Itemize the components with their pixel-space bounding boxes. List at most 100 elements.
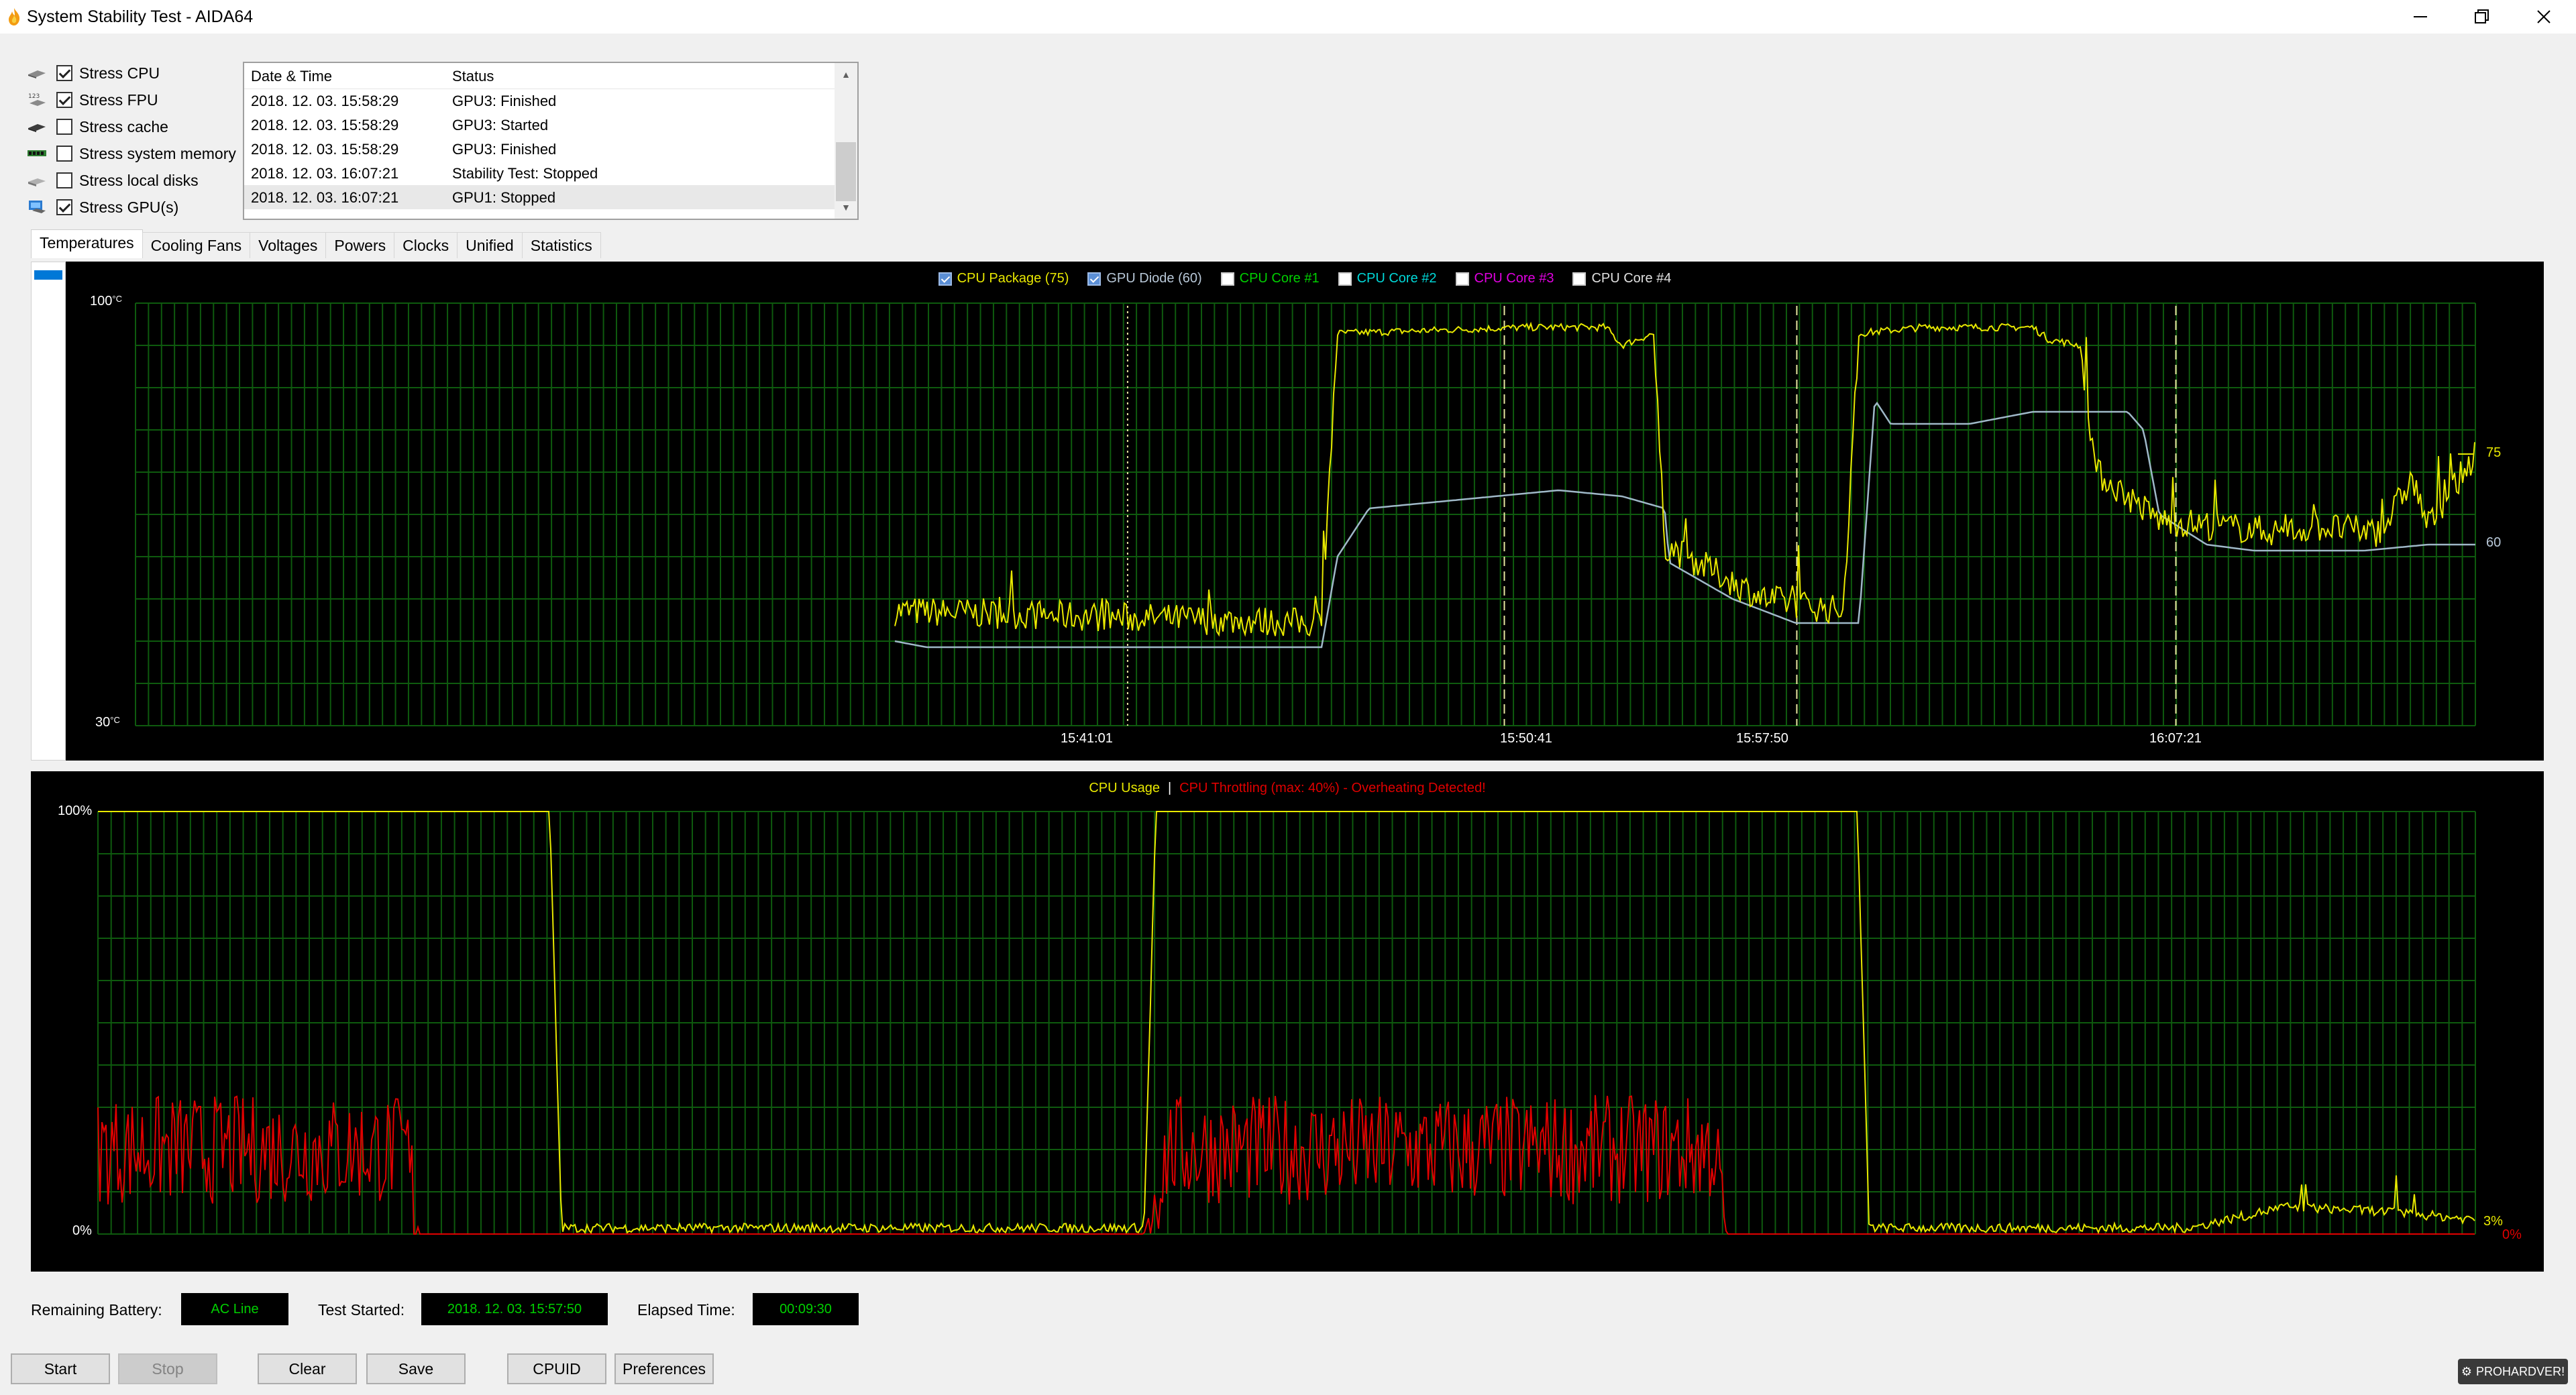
cpu-usage-plot — [97, 811, 2476, 1235]
stress-disks-label: Stress local disks — [79, 171, 199, 189]
tab-clocks[interactable]: Clocks — [394, 232, 458, 258]
legend-checkbox[interactable] — [1087, 272, 1102, 286]
close-icon — [2537, 10, 2551, 23]
usage-y-max-label: 100% — [58, 803, 93, 818]
throttle-end-value: 0% — [2502, 1227, 2522, 1242]
time-label: 15:57:50 — [1736, 731, 1788, 746]
tab-bar: Temperatures Cooling Fans Voltages Power… — [31, 229, 601, 259]
log-row[interactable]: 2018. 12. 03. 16:07:21 GPU1: Stopped — [244, 185, 836, 209]
watermark-text: PROHARDVER! — [2476, 1364, 2565, 1378]
scroll-up-icon[interactable]: ▲ — [839, 67, 853, 82]
y-max-label: 100°C — [90, 294, 122, 309]
legend-label: CPU Core #3 — [1474, 271, 1554, 286]
stress-gpu-label: Stress GPU(s) — [79, 198, 179, 216]
tab-cooling-fans[interactable]: Cooling Fans — [142, 232, 251, 258]
tab-statistics[interactable]: Statistics — [521, 232, 601, 258]
gpu-end-value: 60 — [2486, 535, 2502, 550]
stress-fpu-option[interactable]: 123 Stress FPU — [25, 87, 158, 113]
log-datetime: 2018. 12. 03. 15:58:29 — [251, 117, 399, 133]
cpu-package-series — [894, 321, 2475, 637]
log-list[interactable]: Date & Time Status 2018. 12. 03. 15:58:2… — [243, 62, 859, 220]
throttle-title: CPU Throttling (max: 40%) - Overheating … — [1179, 781, 1486, 795]
cache-icon — [25, 118, 48, 135]
stress-memory-label: Stress system memory — [79, 144, 236, 162]
legend-cpu-core-2[interactable]: CPU Core #2 — [1338, 271, 1437, 286]
stress-memory-checkbox[interactable] — [56, 146, 72, 162]
close-button[interactable] — [2513, 0, 2575, 34]
legend-cpu-core-1[interactable]: CPU Core #1 — [1220, 271, 1320, 286]
save-button[interactable]: Save — [366, 1353, 466, 1384]
preferences-button[interactable]: Preferences — [614, 1353, 714, 1384]
legend-checkbox[interactable] — [1455, 272, 1469, 286]
cpuid-button[interactable]: CPUID — [507, 1353, 606, 1384]
tab-voltages[interactable]: Voltages — [250, 232, 327, 258]
legend-checkbox[interactable] — [938, 272, 952, 286]
title-bar: System Stability Test - AIDA64 — [0, 0, 2576, 34]
usage-title: CPU Usage — [1089, 781, 1160, 795]
temperature-plot — [135, 302, 2476, 726]
temperature-graph: CPU Package (75) GPU Diode (60) CPU Core… — [66, 262, 2544, 761]
restore-icon — [2475, 9, 2489, 23]
sensor-selection[interactable] — [34, 270, 62, 280]
cpu-usage-title: CPU Usage | CPU Throttling (max: 40%) - … — [31, 781, 2544, 796]
stress-memory-option[interactable]: Stress system memory — [25, 141, 236, 166]
title-separator: | — [1167, 781, 1172, 795]
log-status: GPU3: Finished — [452, 93, 557, 109]
log-datetime: 2018. 12. 03. 15:58:29 — [251, 93, 399, 109]
stress-gpu-option[interactable]: Stress GPU(s) — [25, 194, 178, 220]
legend-label: CPU Core #1 — [1239, 271, 1320, 286]
usage-y-min-label: 0% — [72, 1223, 92, 1238]
cpu-usage-graph: CPU Usage | CPU Throttling (max: 40%) - … — [31, 771, 2544, 1272]
log-status: GPU1: Stopped — [452, 189, 556, 206]
legend-checkbox[interactable] — [1338, 272, 1352, 286]
legend-gpu-diode[interactable]: GPU Diode (60) — [1087, 271, 1202, 286]
time-label: 16:07:21 — [2149, 731, 2202, 746]
log-row[interactable]: 2018. 12. 03. 16:07:21 Stability Test: S… — [244, 161, 836, 185]
legend-label: CPU Package (75) — [957, 271, 1069, 286]
stress-disks-option[interactable]: Stress local disks — [25, 168, 199, 193]
log-row[interactable]: 2018. 12. 03. 15:58:29 GPU3: Started — [244, 113, 836, 137]
stress-disks-checkbox[interactable] — [56, 172, 72, 188]
scrollbar-thumb[interactable] — [836, 142, 856, 201]
legend-checkbox[interactable] — [1220, 272, 1234, 286]
sensor-list[interactable] — [31, 262, 66, 761]
legend-cpu-core-3[interactable]: CPU Core #3 — [1455, 271, 1554, 286]
stress-cpu-option[interactable]: Stress CPU — [25, 60, 160, 86]
legend-checkbox[interactable] — [1572, 272, 1587, 286]
stress-fpu-checkbox[interactable] — [56, 92, 72, 108]
clear-button[interactable]: Clear — [258, 1353, 357, 1384]
legend-cpu-package[interactable]: CPU Package (75) — [938, 271, 1069, 286]
disk-icon — [25, 172, 48, 189]
memory-icon — [25, 145, 48, 162]
tab-unified[interactable]: Unified — [457, 232, 523, 258]
battery-label: Remaining Battery: — [31, 1301, 162, 1319]
watermark-logo: ⚙ PROHARDVER! — [2458, 1359, 2568, 1384]
start-button[interactable]: Start — [11, 1353, 110, 1384]
scroll-down-icon[interactable]: ▼ — [839, 200, 853, 215]
log-status: Stability Test: Stopped — [452, 165, 598, 182]
column-status[interactable]: Status — [452, 68, 494, 85]
legend-label: CPU Core #4 — [1591, 271, 1672, 286]
tab-powers[interactable]: Powers — [325, 232, 395, 258]
column-date-time[interactable]: Date & Time — [251, 68, 332, 85]
legend-cpu-core-4[interactable]: CPU Core #4 — [1572, 271, 1671, 286]
tab-temperatures[interactable]: Temperatures — [31, 229, 143, 258]
minimize-button[interactable] — [2390, 0, 2451, 34]
cpu-end-value: 75 — [2486, 445, 2502, 460]
test-started-label: Test Started: — [318, 1301, 405, 1319]
log-row[interactable]: 2018. 12. 03. 15:58:29 GPU3: Finished — [244, 137, 836, 161]
stress-cache-option[interactable]: Stress cache — [25, 114, 168, 140]
stress-cpu-checkbox[interactable] — [56, 65, 72, 81]
stress-gpu-checkbox[interactable] — [56, 199, 72, 215]
y-min-label: 30°C — [95, 715, 120, 730]
cpu-icon — [25, 64, 48, 82]
log-status: GPU3: Started — [452, 117, 549, 133]
log-header: Date & Time Status — [244, 63, 836, 89]
stress-cache-checkbox[interactable] — [56, 119, 72, 135]
log-scrollbar[interactable]: ▲ ▼ — [835, 63, 857, 219]
stop-button[interactable]: Stop — [118, 1353, 217, 1384]
restore-button[interactable] — [2451, 0, 2513, 34]
log-row[interactable]: 2018. 12. 03. 15:58:29 GPU3: Finished — [244, 89, 836, 113]
fpu-icon: 123 — [25, 91, 48, 109]
window-title: System Stability Test - AIDA64 — [27, 7, 254, 26]
